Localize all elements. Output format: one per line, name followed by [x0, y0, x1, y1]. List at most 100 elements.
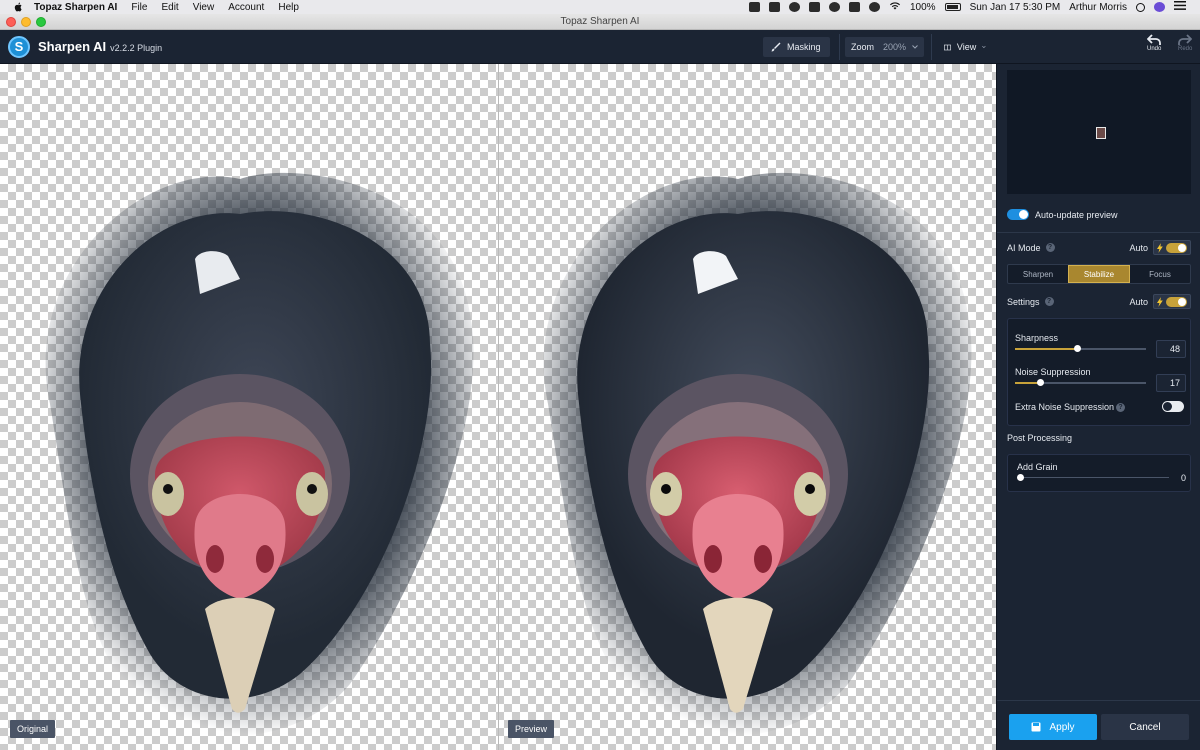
- toolbar-divider: [931, 34, 932, 60]
- mode-focus[interactable]: Focus: [1130, 265, 1190, 283]
- cancel-label: Cancel: [1129, 721, 1161, 733]
- ai-mode-row: AI Mode ? Auto: [1007, 240, 1191, 255]
- battery-icon[interactable]: [944, 3, 961, 11]
- malwarebytes-icon[interactable]: [849, 2, 860, 12]
- zoom-control[interactable]: Zoom 200%: [845, 37, 924, 57]
- preview-label: Preview: [508, 720, 555, 738]
- window-title: Topaz Sharpen AI: [560, 16, 640, 27]
- mode-sharpen[interactable]: Sharpen: [1008, 265, 1068, 283]
- datetime[interactable]: Sun Jan 17 5:30 PM: [970, 2, 1061, 13]
- zoom-label: Zoom: [851, 42, 875, 52]
- app-version: v2.2.2 Plugin: [110, 42, 163, 53]
- noise-suppression-slider-knob[interactable]: [1037, 379, 1044, 386]
- help-icon[interactable]: ?: [1116, 403, 1125, 412]
- sharpness-value-input[interactable]: 48: [1156, 340, 1186, 358]
- scrivener-icon[interactable]: [809, 2, 820, 12]
- ai-mode-label: AI Mode: [1007, 242, 1041, 253]
- navigator-viewport[interactable]: [1096, 127, 1106, 139]
- search-icon[interactable]: [1136, 2, 1145, 12]
- undo-label: Undo: [1147, 46, 1162, 52]
- settings-auto-label: Auto: [1129, 296, 1148, 307]
- split-divider-handle[interactable]: [498, 64, 499, 750]
- ai-mode-auto-label: Auto: [1129, 242, 1148, 253]
- settings-label: Settings: [1007, 296, 1040, 307]
- settings-card: Sharpness 48 Noise Suppression 17 Extra …: [1007, 318, 1191, 426]
- sharpness-label: Sharpness: [1015, 333, 1059, 343]
- battery-percent: 100%: [910, 1, 936, 13]
- toolbar-divider: [839, 34, 840, 60]
- window-close-button[interactable]: [6, 17, 16, 27]
- view-menu-button[interactable]: View: [936, 37, 994, 57]
- chevron-down-icon: [912, 45, 918, 49]
- menu-view[interactable]: View: [193, 2, 215, 13]
- undo-icon: [1147, 34, 1162, 45]
- sharpness-slider-knob[interactable]: [1074, 345, 1081, 352]
- mode-stabilize[interactable]: Stabilize: [1068, 265, 1130, 283]
- auto-update-label: Auto-update preview: [1035, 209, 1118, 220]
- zoom-value: 200%: [882, 42, 906, 52]
- redo-icon: [1178, 34, 1193, 45]
- menu-file[interactable]: File: [131, 2, 147, 13]
- settings-auto-toggle[interactable]: [1153, 294, 1191, 309]
- shield-icon[interactable]: [869, 2, 880, 12]
- original-label: Original: [10, 720, 56, 738]
- dropbox-icon[interactable]: [769, 2, 780, 12]
- window-maximize-button[interactable]: [36, 17, 46, 27]
- auto-update-row: Auto-update preview: [1007, 209, 1191, 220]
- preview-image: [543, 172, 972, 737]
- record-icon[interactable]: [749, 2, 760, 12]
- add-grain-value: 0: [1181, 473, 1187, 483]
- add-grain-slider-knob[interactable]: [1017, 474, 1024, 481]
- redo-label: Redo: [1178, 46, 1193, 52]
- sync-icon[interactable]: [829, 2, 840, 12]
- help-icon[interactable]: ?: [1044, 297, 1054, 306]
- noise-suppression-label: Noise Suppression: [1015, 367, 1091, 377]
- ai-mode-auto-toggle[interactable]: [1153, 240, 1191, 255]
- system-menubar: Topaz Sharpen AI File Edit View Account …: [0, 0, 1200, 14]
- apply-button[interactable]: Apply: [1009, 714, 1097, 740]
- cancel-button[interactable]: Cancel: [1101, 714, 1189, 740]
- add-grain-slider[interactable]: [1017, 474, 1169, 481]
- split-view-icon: [944, 44, 951, 50]
- masking-button[interactable]: Masking: [763, 37, 830, 57]
- add-grain-label: Add Grain: [1017, 462, 1058, 472]
- brush-icon: [771, 42, 781, 52]
- apple-icon[interactable]: [12, 1, 24, 13]
- post-processing-label: Post Processing: [1007, 433, 1073, 443]
- app-title: Sharpen AI: [38, 39, 107, 54]
- save-icon: [1031, 722, 1041, 732]
- image-canvas[interactable]: Original Preview: [0, 64, 996, 750]
- post-processing-row: Post Processing: [1007, 433, 1191, 443]
- apply-label: Apply: [1049, 721, 1075, 733]
- topaz-logo-icon: S: [8, 35, 30, 58]
- menu-help[interactable]: Help: [278, 2, 299, 13]
- chevron-down-icon: [982, 45, 986, 49]
- action-bar: Apply Cancel: [997, 700, 1200, 750]
- settings-panel: Auto-update preview AI Mode ? Auto Sharp…: [996, 64, 1200, 750]
- menu-account[interactable]: Account: [228, 2, 264, 13]
- help-icon[interactable]: ?: [1045, 243, 1055, 252]
- divider: [997, 232, 1200, 233]
- view-label: View: [956, 42, 977, 52]
- noise-suppression-value-input[interactable]: 17: [1156, 374, 1186, 392]
- noise-suppression-slider[interactable]: [1015, 379, 1146, 386]
- window-titlebar: Topaz Sharpen AI: [0, 14, 1200, 30]
- window-minimize-button[interactable]: [21, 17, 31, 27]
- control-center-icon[interactable]: [1174, 1, 1186, 13]
- ai-mode-selector: Sharpen Stabilize Focus: [1007, 264, 1191, 284]
- sharpness-slider[interactable]: [1015, 345, 1146, 352]
- siri-icon[interactable]: [1154, 2, 1165, 12]
- navigator-thumbnail[interactable]: [1007, 70, 1191, 194]
- wifi-icon[interactable]: [889, 1, 901, 13]
- extra-noise-suppression-label: Extra Noise Suppression: [1015, 402, 1115, 412]
- menu-edit[interactable]: Edit: [161, 2, 178, 13]
- auto-update-toggle[interactable]: [1007, 209, 1029, 220]
- menubar-app-name[interactable]: Topaz Sharpen AI: [34, 2, 117, 13]
- extra-noise-suppression-toggle[interactable]: [1162, 401, 1184, 412]
- lightning-icon: [1157, 242, 1163, 253]
- undo-button[interactable]: Undo: [1147, 34, 1161, 52]
- user-name[interactable]: Arthur Morris: [1069, 2, 1127, 13]
- creative-cloud-icon[interactable]: [789, 2, 800, 12]
- post-processing-card: Add Grain 0: [1007, 454, 1191, 492]
- redo-button[interactable]: Redo: [1178, 34, 1192, 52]
